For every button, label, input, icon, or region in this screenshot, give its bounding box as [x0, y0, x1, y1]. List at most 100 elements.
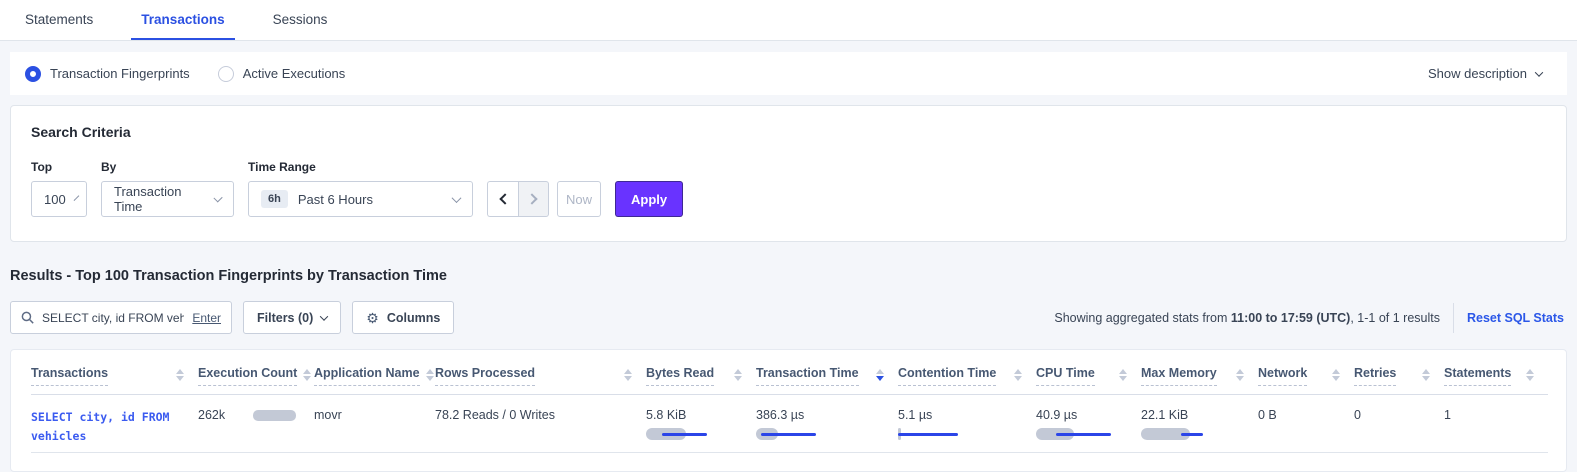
sort-button[interactable] [1236, 366, 1244, 381]
execution-count-bar [253, 410, 296, 421]
radio-label: Active Executions [243, 66, 346, 81]
sort-button[interactable] [1332, 366, 1340, 381]
time-range-prev-button[interactable] [487, 181, 518, 217]
sort-button[interactable] [1422, 366, 1430, 381]
time-range-badge: 6h [261, 190, 288, 208]
search-icon [21, 311, 34, 324]
contention-time-cell: 5.1 µs [898, 395, 1036, 453]
chevron-right-icon [526, 193, 537, 204]
column-header-application-name: Application Name [314, 350, 435, 395]
search-enter-button[interactable]: Enter [192, 311, 221, 325]
chevron-down-icon [73, 195, 79, 201]
view-toggle-strip: Transaction Fingerprints Active Executio… [10, 52, 1567, 95]
tab-transactions[interactable]: Transactions [131, 0, 234, 40]
by-select-value: Transaction Time [114, 184, 205, 214]
sort-button[interactable] [303, 366, 311, 381]
sort-button[interactable] [1119, 366, 1127, 381]
column-header-contention-time: Contention Time [898, 350, 1036, 395]
time-range-value: Past 6 Hours [298, 192, 373, 207]
time-range-field: Time Range 6h Past 6 Hours [248, 160, 473, 217]
time-range-pager [487, 181, 549, 217]
column-header-cpu-time: CPU Time [1036, 350, 1141, 395]
transaction-time-stddev-line [761, 433, 816, 436]
sql-search-box[interactable]: Enter [10, 301, 232, 334]
column-header-retries: Retries [1354, 350, 1444, 395]
chevron-down-icon [213, 193, 223, 203]
chevron-left-icon [499, 193, 510, 204]
column-header-max-memory: Max Memory [1141, 350, 1258, 395]
vertical-divider [1453, 303, 1454, 333]
max-memory-stddev-line [1181, 433, 1203, 436]
reset-sql-stats-link[interactable]: Reset SQL Stats [1467, 311, 1564, 325]
show-description-label: Show description [1428, 66, 1527, 81]
apply-button[interactable]: Apply [615, 181, 683, 217]
search-criteria-controls: Top 100 By Transaction Time Time Range 6… [31, 160, 1546, 217]
sort-button[interactable] [176, 366, 184, 381]
columns-button[interactable]: ⚙ Columns [352, 301, 454, 334]
transactions-table-card: Transactions Execution Count Application… [10, 349, 1567, 472]
show-description-toggle[interactable]: Show description [1428, 66, 1552, 81]
table-row: SELECT city, id FROM vehicles 262k movr … [31, 395, 1548, 453]
chevron-down-icon [320, 312, 328, 320]
retries-cell: 0 [1354, 395, 1444, 453]
column-header-bytes-read: Bytes Read [646, 350, 756, 395]
sort-button[interactable] [734, 366, 742, 381]
column-header-transactions: Transactions [31, 350, 198, 395]
cpu-time-cell: 40.9 µs [1036, 395, 1141, 453]
now-button[interactable]: Now [557, 181, 601, 217]
max-memory-cell: 22.1 KiB [1141, 395, 1258, 453]
by-field: By Transaction Time [101, 160, 234, 217]
execution-count-value: 262k [198, 408, 225, 422]
column-header-statements: Statements [1444, 350, 1548, 395]
by-label: By [101, 160, 234, 174]
transactions-table: Transactions Execution Count Application… [31, 350, 1548, 453]
radio-transaction-fingerprints[interactable]: Transaction Fingerprints [25, 66, 190, 82]
transaction-fingerprint-link[interactable]: SELECT city, id FROM vehicles [31, 408, 184, 446]
radio-selected-icon [25, 66, 41, 82]
tab-sessions[interactable]: Sessions [263, 0, 338, 40]
gear-icon: ⚙ [366, 311, 379, 325]
chevron-down-icon [1535, 68, 1543, 76]
network-cell: 0 B [1258, 395, 1354, 453]
cpu-time-stddev-line [1056, 433, 1111, 436]
table-header-row: Transactions Execution Count Application… [31, 350, 1548, 395]
sort-button[interactable] [1014, 366, 1022, 381]
sort-button[interactable] [624, 366, 632, 381]
column-header-rows-processed: Rows Processed [435, 350, 646, 395]
rows-processed-cell: 78.2 Reads / 0 Writes [435, 395, 646, 453]
column-header-execution-count: Execution Count [198, 350, 314, 395]
statements-cell: 1 [1444, 395, 1548, 453]
radio-unselected-icon [218, 66, 234, 82]
time-range-next-button[interactable] [518, 181, 549, 217]
contention-time-stddev-line [898, 433, 958, 436]
results-heading: Results - Top 100 Transaction Fingerprin… [10, 268, 1567, 284]
sort-button[interactable] [426, 366, 434, 381]
results-toolbar: Enter Filters (0) ⚙ Columns Showing aggr… [10, 301, 1567, 334]
top-select[interactable]: 100 [31, 181, 87, 217]
search-criteria-card: Search Criteria Top 100 By Transaction T… [10, 105, 1567, 242]
time-range-label: Time Range [248, 160, 473, 174]
aggregated-stats-note: Showing aggregated stats from 11:00 to 1… [1054, 311, 1440, 325]
columns-label: Columns [387, 311, 440, 325]
filters-button[interactable]: Filters (0) [243, 301, 341, 334]
application-name-cell: movr [314, 395, 435, 453]
chevron-down-icon [452, 193, 462, 203]
transaction-time-cell: 386.3 µs [756, 395, 898, 453]
bytes-read-stddev-line [662, 433, 707, 436]
transaction-cell: SELECT city, id FROM vehicles [31, 395, 198, 453]
by-select[interactable]: Transaction Time [101, 181, 234, 217]
tab-statements[interactable]: Statements [15, 0, 103, 40]
bytes-read-cell: 5.8 KiB [646, 395, 756, 453]
stats-time-range: 11:00 to 17:59 (UTC) [1231, 311, 1350, 325]
radio-active-executions[interactable]: Active Executions [218, 66, 346, 82]
sql-search-input[interactable] [42, 311, 184, 325]
sql-activity-tab-bar: Statements Transactions Sessions [0, 0, 1577, 41]
time-range-select[interactable]: 6h Past 6 Hours [248, 181, 473, 217]
sort-button-active[interactable] [876, 366, 884, 381]
radio-label: Transaction Fingerprints [50, 66, 190, 81]
sort-button[interactable] [1526, 366, 1534, 381]
execution-count-cell: 262k [198, 395, 314, 453]
filters-label: Filters (0) [257, 311, 313, 325]
column-header-network: Network [1258, 350, 1354, 395]
top-label: Top [31, 160, 87, 174]
